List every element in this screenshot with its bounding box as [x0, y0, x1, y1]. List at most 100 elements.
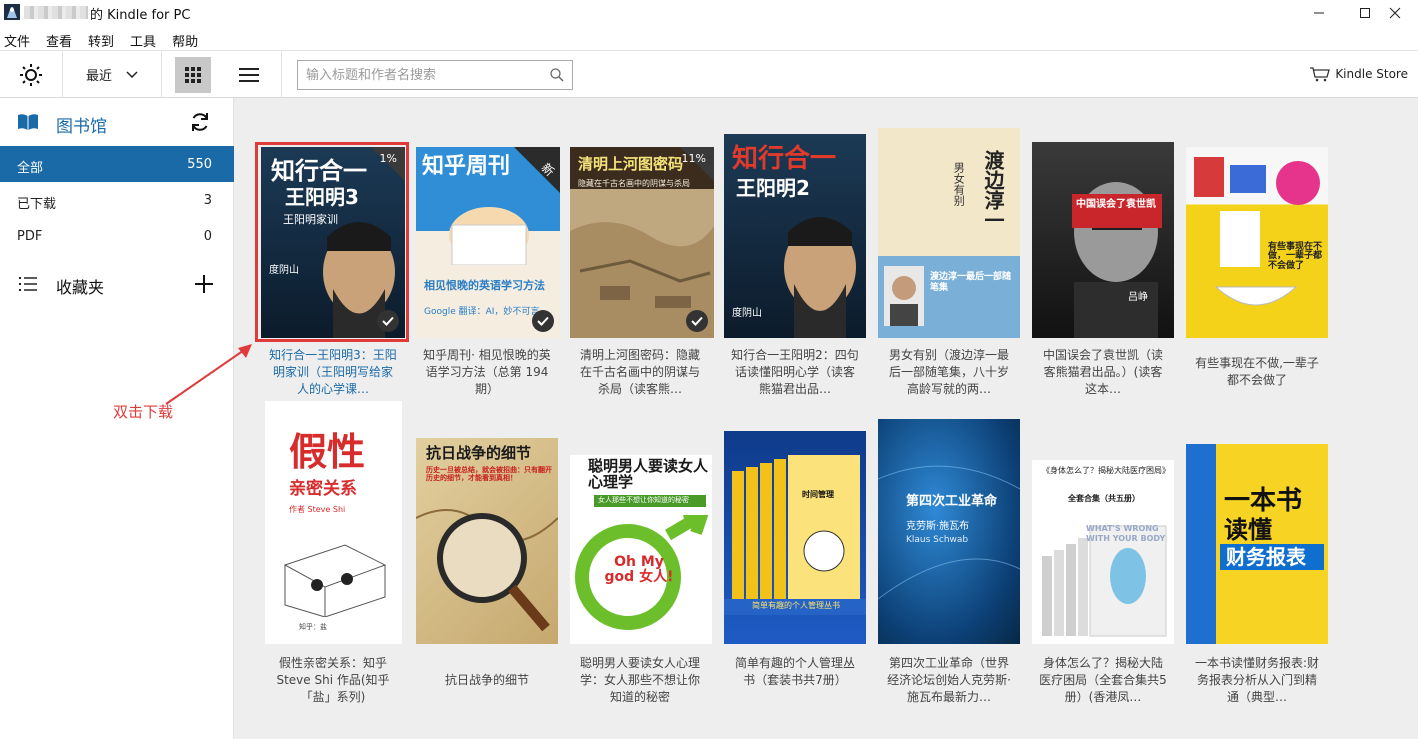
sidebar-item-all[interactable]: 全部 550	[0, 146, 234, 182]
sync-icon[interactable]	[189, 111, 211, 133]
book-cover[interactable]: 知行合一 王阳明2 度阴山	[724, 134, 866, 338]
window-title: 的 Kindle for PC	[90, 8, 191, 23]
book-title[interactable]: 身体怎么了？揭秘大陆医疗困局（全套合集共5册）(香港凤…	[1039, 655, 1167, 706]
cover-title: 知行合一	[732, 144, 837, 174]
sort-label: 最近	[85, 69, 112, 84]
downloaded-badge	[377, 310, 399, 332]
sidebar-item-count: 0	[203, 229, 212, 244]
book-title[interactable]: 男女有别（渡边淳一最后一部随笔集，八十岁高龄写就的两…	[885, 347, 1013, 398]
menu-goto[interactable]: 转到	[84, 28, 120, 50]
cover-line: Klaus Schwab	[906, 535, 969, 545]
list-view-button[interactable]	[229, 51, 269, 98]
sidebar-item-pdf[interactable]: PDF 0	[0, 218, 234, 254]
cover-subtitle: 王阳明3	[285, 185, 359, 209]
annotation-arrow	[165, 344, 252, 405]
cover-line: 王阳明家训	[283, 213, 338, 226]
menu-file[interactable]: 文件	[0, 28, 36, 50]
kindle-store-label: Kindle Store	[1335, 67, 1408, 81]
cube-illustration	[283, 544, 387, 617]
author-photo	[884, 266, 924, 326]
progress-label: 1%	[379, 152, 397, 165]
book-cover[interactable]: 有些事现在不做，一辈子都不会做了	[1186, 147, 1328, 338]
book-cover[interactable]: 时间管理 简单有趣的个人管理丛书	[724, 431, 866, 644]
kindle-store-link[interactable]: Kindle Store	[1309, 66, 1408, 82]
book-cover[interactable]: 一本书 读懂 财务报表	[1186, 444, 1328, 644]
toolbar: 最近 Kindle Store	[0, 50, 1418, 98]
book-title[interactable]: 知乎周刊· 相见恨晚的英语学习方法（总第 194 期）	[423, 347, 551, 398]
book-title[interactable]: 知行合一王阳明2：四句话读懂阳明心学（读客熊猫君出品…	[731, 347, 859, 398]
book-title[interactable]: 中国误会了袁世凯（读客熊猫君出品。）(读客这本…	[1039, 347, 1167, 398]
collections-header: 收藏夹	[0, 266, 234, 302]
sidebar-item-label: 已下载	[17, 197, 57, 212]
book-title[interactable]: 有些事现在不做,一辈子都不会做了	[1193, 355, 1321, 389]
list-icon	[19, 277, 37, 291]
minimize-button[interactable]	[1296, 0, 1342, 26]
grid-icon	[185, 67, 201, 83]
maximize-icon	[1360, 8, 1370, 18]
cover-subtitle: 简单有趣的个人管理丛书	[752, 601, 840, 610]
plus-icon[interactable]	[194, 274, 214, 294]
cover-title: 假性	[289, 430, 366, 474]
book-title[interactable]: 假性亲密关系：知乎 Steve Shi 作品(知乎「盐」系列)	[269, 655, 397, 706]
grid-view-button[interactable]	[175, 57, 211, 93]
cover-subtitle: 全套合集（共五册）	[1068, 494, 1140, 503]
cover-subtitle: 读懂	[1224, 516, 1272, 544]
sort-dropdown[interactable]: 最近	[63, 51, 161, 98]
book-title[interactable]: 抗日战争的细节	[423, 672, 551, 689]
book-title[interactable]: 清明上河图密码：隐藏在千古名画中的阴谋与杀局（读客熊…	[576, 347, 704, 398]
book-title[interactable]: 一本书读懂财务报表:财务报表分析从入门到精通（典型…	[1193, 655, 1321, 706]
cover-line: 财务报表	[1226, 545, 1306, 569]
cover-subtitle: 亲密关系	[289, 479, 357, 499]
cover-line: Oh My god 女人!	[604, 554, 674, 585]
search-icon[interactable]	[550, 68, 564, 82]
portrait-illustration	[784, 217, 856, 338]
menu-bar: 文件 查看 转到 工具 帮助	[0, 28, 1418, 50]
blurred-username	[24, 6, 88, 19]
sidebar-item-count: 3	[203, 193, 212, 208]
book-cover[interactable]: 《身体怎么了？揭秘大陆医疗困局》 全套合集（共五册） WHAT'S WRONG …	[1032, 460, 1174, 644]
cover-subtitle: 相见恨晚的英语学习方法	[424, 279, 545, 292]
sun-icon	[20, 63, 42, 86]
menu-help[interactable]: 帮助	[168, 28, 204, 50]
book-title[interactable]: 聪明男人要读女人心理学：女人那些不想让你知道的秘密	[576, 655, 704, 706]
checkmark-icon	[691, 316, 703, 326]
cover-title: 渡边淳一	[981, 150, 1005, 230]
close-button[interactable]	[1372, 0, 1418, 26]
reader-illustration	[449, 207, 529, 265]
downloaded-badge	[686, 310, 708, 332]
book-cover[interactable]: 抗日战争的细节 历史一旦被总结，就会被招曲：只有翻开历史的细节，才能看到真相！	[416, 438, 558, 644]
cover-subtitle: 历史一旦被总结，就会被招曲：只有翻开历史的细节，才能看到真相！	[426, 466, 552, 483]
cover-author: 知乎：盐	[299, 623, 327, 631]
book-title[interactable]: 第四次工业革命（世界经济论坛创始人克劳斯·施瓦布最新力…	[885, 655, 1013, 706]
book-cover[interactable]: 渡边淳一 男女有别 渡边淳一最后一部随笔集	[878, 128, 1020, 338]
search-input[interactable]	[298, 61, 538, 89]
book-title[interactable]: 简单有趣的个人管理丛书（套装书共7册）	[731, 655, 859, 689]
search-box	[297, 60, 573, 90]
progress-label: 11%	[681, 152, 706, 165]
library-title: 图书馆	[56, 117, 107, 137]
book-cover[interactable]: 第四次工业革命 克劳斯·施瓦布 Klaus Schwab	[878, 419, 1020, 644]
minimize-icon	[1314, 12, 1324, 14]
close-icon	[1389, 7, 1401, 19]
menu-view[interactable]: 查看	[42, 28, 78, 50]
book-cover[interactable]: 知乎周刊 相见恨晚的英语学习方法 Google 翻译：AI，妙不可言 新	[416, 147, 560, 338]
sidebar-item-label: 全部	[17, 161, 44, 176]
book-cover[interactable]: 清明上河图密码 隐藏在千古名画中的阴谋与杀局 11%	[570, 147, 714, 338]
book-cover[interactable]: 中国误会了袁世凯 吕峥	[1032, 142, 1174, 338]
list-icon	[239, 67, 259, 82]
book-cover[interactable]: 假性 亲密关系 作者 Steve Shi 知乎：盐	[265, 401, 402, 644]
cover-title: 聪明男人要读女人心理学	[588, 457, 709, 491]
brightness-button[interactable]	[0, 51, 62, 98]
sidebar-item-downloaded[interactable]: 已下载 3	[0, 182, 234, 218]
book-cover[interactable]: 知行合一 王阳明3 王阳明家训 度阴山 1%	[261, 147, 405, 338]
cover-subtitle: 王阳明2	[736, 176, 810, 200]
book-cover[interactable]: 聪明男人要读女人心理学 女人那些不想让你知道的秘密 Oh My god 女人!	[570, 455, 712, 644]
sidebar-item-label: PDF	[17, 229, 43, 244]
toolbar-divider	[161, 51, 162, 98]
cover-line: WHAT'S WRONG WITH YOUR BODY	[1086, 524, 1166, 543]
cover-subtitle: 渡边淳一最后一部随笔集	[930, 272, 1012, 293]
cover-author: 吕峥	[1128, 292, 1148, 303]
menu-tools[interactable]: 工具	[126, 28, 162, 50]
cover-line: 作者 Steve Shi	[289, 505, 346, 514]
book-title[interactable]: 知行合一王阳明3：王阳明家训（王阳明写给家人的心学课…	[269, 347, 397, 398]
